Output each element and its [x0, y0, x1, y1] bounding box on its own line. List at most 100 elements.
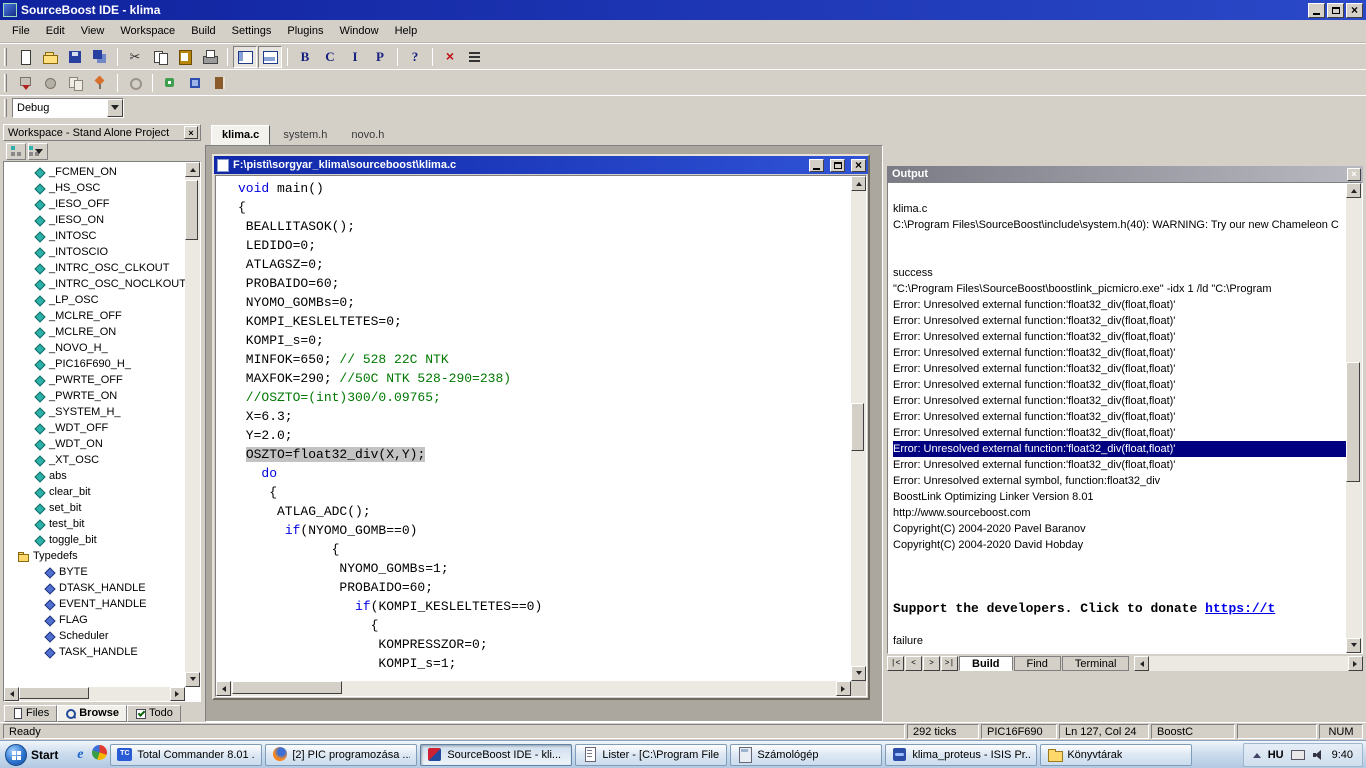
menu-file[interactable]: File — [4, 22, 38, 40]
paste-button[interactable] — [173, 46, 197, 68]
clock[interactable]: 9:40 — [1332, 749, 1353, 761]
tool2-chip-button[interactable] — [183, 72, 207, 94]
output-line[interactable]: Error: Unresolved external function:'flo… — [893, 361, 1346, 377]
menu-help[interactable]: Help — [387, 22, 426, 40]
editor-child-titlebar[interactable]: F:\pisti\sorgyar_klima\sourceboost\klima… — [214, 156, 868, 174]
tool2-blob-button[interactable] — [38, 72, 62, 94]
child-close-button[interactable] — [851, 158, 866, 172]
output-line[interactable]: Support the developers. Click to donate … — [893, 601, 1346, 617]
output-line[interactable]: Error: Unresolved external function:'flo… — [893, 377, 1346, 393]
tree-item[interactable]: _PWRTE_OFF — [4, 372, 185, 388]
tool2-plugin-button[interactable] — [158, 72, 182, 94]
output-line[interactable]: Error: Unresolved external function:'flo… — [893, 297, 1346, 313]
output-line[interactable] — [893, 249, 1346, 265]
scroll-right-button[interactable] — [836, 681, 851, 696]
tree-item[interactable]: _LP_OSC — [4, 292, 185, 308]
tree-item[interactable]: EVENT_HANDLE — [4, 596, 185, 612]
child-maximize-button[interactable] — [830, 158, 845, 172]
tree-item[interactable]: _MCLRE_ON — [4, 324, 185, 340]
tool2-export-button[interactable] — [13, 72, 37, 94]
tree-item[interactable]: _XT_OSC — [4, 452, 185, 468]
output-line[interactable]: Error: Unresolved external function:'flo… — [893, 313, 1346, 329]
tree-item[interactable]: toggle_bit — [4, 532, 185, 548]
output-line[interactable]: Error: Unresolved external function:'flo… — [893, 345, 1346, 361]
code-vscrollbar[interactable] — [851, 176, 866, 681]
output-line[interactable]: Error: Unresolved external function:'flo… — [893, 393, 1346, 409]
tree-item[interactable]: _IESO_ON — [4, 212, 185, 228]
tool-b-button[interactable]: B — [293, 46, 317, 68]
tab-klima.c[interactable]: klima.c — [211, 125, 271, 145]
save-button[interactable] — [63, 46, 87, 68]
close-button[interactable] — [1346, 2, 1363, 18]
scroll-thumb[interactable] — [1346, 361, 1360, 482]
tree-item[interactable]: Scheduler — [4, 628, 185, 644]
tree-view-button[interactable] — [6, 142, 26, 160]
tool-p-button[interactable]: P — [368, 46, 392, 68]
tree-item[interactable]: _INTRC_OSC_CLKOUT — [4, 260, 185, 276]
output-line[interactable]: Error: Unresolved external function:'flo… — [893, 329, 1346, 345]
tree-item[interactable]: _WDT_OFF — [4, 420, 185, 436]
stop-build-button[interactable]: × — [438, 46, 462, 68]
menu-build[interactable]: Build — [183, 22, 223, 40]
output-nav-button-3[interactable]: >| — [941, 656, 958, 671]
scroll-down-button[interactable] — [185, 672, 200, 687]
taskbar-task[interactable]: [2] PIC programozása ... — [265, 743, 418, 766]
scroll-thumb[interactable] — [851, 403, 864, 452]
output-line[interactable]: "C:\Program Files\SourceBoost\boostlink_… — [893, 281, 1346, 297]
menu-view[interactable]: View — [73, 22, 113, 40]
output-tab-find[interactable]: Find — [1013, 656, 1061, 671]
tree-item[interactable]: _PIC16F690_H_ — [4, 356, 185, 372]
toggle-workspace-pane-button[interactable] — [233, 45, 257, 68]
code-area[interactable]: void main() { BEALLITASOK(); LEDIDO=0; AT… — [216, 176, 851, 681]
output-line[interactable]: Copyright(C) 2004-2020 David Hobday — [893, 537, 1346, 553]
output-hscrollbar[interactable] — [1134, 656, 1363, 671]
output-vscrollbar[interactable] — [1346, 183, 1362, 653]
cut-button[interactable] — [123, 46, 147, 68]
output-line[interactable]: success — [893, 265, 1346, 281]
toggle-output-pane-button[interactable] — [258, 45, 282, 68]
menu-plugins[interactable]: Plugins — [279, 22, 331, 40]
output-line[interactable] — [893, 617, 1346, 633]
taskbar-task[interactable]: Lister - [C:\Program File... — [575, 743, 728, 766]
output-line[interactable]: klima.c — [893, 201, 1346, 217]
output-line[interactable]: Error: Unresolved external function:'flo… — [893, 425, 1346, 441]
output-line[interactable]: C:\Program Files\SourceBoost\include\sys… — [893, 217, 1346, 233]
toolbar-gripper[interactable] — [4, 73, 7, 92]
copy-button[interactable] — [148, 46, 172, 68]
tree-item[interactable]: _NOVO_H_ — [4, 340, 185, 356]
output-tab-build[interactable]: Build — [959, 656, 1013, 671]
scroll-thumb[interactable] — [232, 681, 342, 694]
output-nav-button-1[interactable]: < — [905, 656, 922, 671]
tree-item[interactable]: clear_bit — [4, 484, 185, 500]
output-line[interactable]: http://www.sourceboost.com — [893, 505, 1346, 521]
workspace-vscrollbar[interactable] — [185, 162, 200, 687]
tree-item[interactable]: _SYSTEM_H_ — [4, 404, 185, 420]
ie-icon[interactable] — [70, 745, 90, 765]
output-nav-button-0[interactable]: |< — [887, 656, 904, 671]
tool-i-button[interactable]: I — [343, 46, 367, 68]
code-editor[interactable]: void main() { BEALLITASOK(); LEDIDO=0; AT… — [215, 175, 867, 697]
help-button[interactable]: ? — [403, 46, 427, 68]
output-line[interactable]: Error: Unresolved external function:'flo… — [893, 457, 1346, 473]
donate-link[interactable]: https://t — [1205, 601, 1275, 616]
output-list-button[interactable] — [463, 46, 487, 68]
output-tab-terminal[interactable]: Terminal — [1061, 656, 1130, 671]
open-file-button[interactable] — [38, 46, 62, 68]
output-line[interactable]: Error: Unresolved external function:'flo… — [893, 409, 1346, 425]
menu-workspace[interactable]: Workspace — [112, 22, 183, 40]
tree-item[interactable]: _IESO_OFF — [4, 196, 185, 212]
toolbar-gripper[interactable] — [4, 98, 7, 117]
tree-item[interactable]: _INTOSC — [4, 228, 185, 244]
workspace-hscrollbar[interactable] — [4, 687, 185, 701]
scroll-left-button[interactable] — [1134, 656, 1150, 671]
output-titlebar[interactable]: Output × — [887, 166, 1363, 182]
browser-ball-icon[interactable] — [92, 744, 108, 760]
tree-item[interactable]: FLAG — [4, 612, 185, 628]
tree-item[interactable]: DTASK_HANDLE — [4, 580, 185, 596]
taskbar-task[interactable]: Számológép — [730, 743, 883, 766]
scroll-right-button[interactable] — [1348, 656, 1363, 671]
scroll-left-button[interactable] — [216, 681, 231, 696]
maximize-button[interactable] — [1327, 2, 1344, 18]
tree-item[interactable]: _PWRTE_ON — [4, 388, 185, 404]
code-hscrollbar[interactable] — [216, 681, 851, 696]
